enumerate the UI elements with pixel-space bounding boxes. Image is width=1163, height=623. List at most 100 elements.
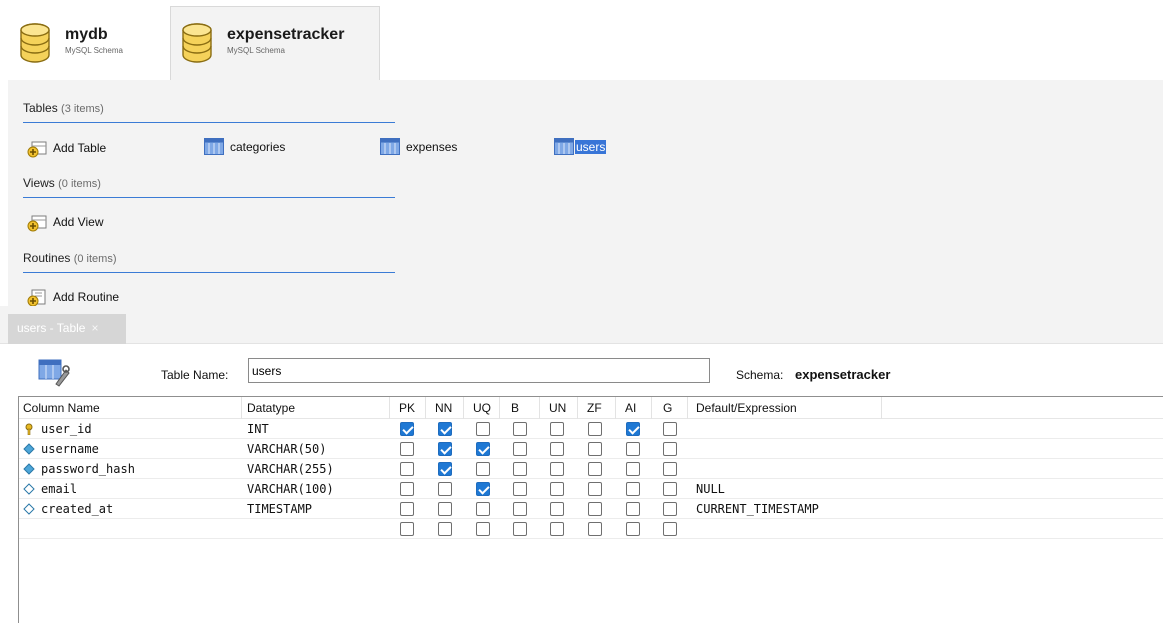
columns-grid-rows: user_id INT username VARCHAR(50) password_ha… (19, 419, 1163, 539)
datatype-cell[interactable]: VARCHAR(255) (247, 462, 334, 476)
datatype-cell[interactable]: TIMESTAMP (247, 502, 312, 516)
table-name-input[interactable] (248, 358, 710, 383)
editor-tab-bar: users - Table × (0, 306, 1163, 344)
checkbox-ai[interactable] (626, 442, 640, 456)
column-name-cell[interactable]: username (23, 442, 99, 456)
checkbox-un[interactable] (550, 462, 564, 476)
datatype-cell[interactable]: INT (247, 422, 269, 436)
checkbox-ai[interactable] (626, 482, 640, 496)
checkbox-nn[interactable] (438, 502, 452, 516)
checkbox-nn[interactable] (438, 442, 452, 456)
checkbox-ai[interactable] (626, 502, 640, 516)
schema-value: expensetracker (795, 367, 891, 382)
table-row[interactable]: email VARCHAR(100) NULL (19, 479, 1163, 499)
header-un[interactable]: UN (549, 401, 566, 415)
table-item-expenses[interactable]: expenses (380, 138, 457, 155)
header-divider (389, 397, 390, 419)
table-row[interactable] (19, 519, 1163, 539)
checkbox-ai[interactable] (626, 422, 640, 436)
datatype-cell[interactable]: VARCHAR(100) (247, 482, 334, 496)
checkbox-g[interactable] (663, 522, 677, 536)
add-table-button[interactable]: Add Table (27, 138, 106, 158)
checkbox-pk[interactable] (400, 482, 414, 496)
checkbox-pk[interactable] (400, 422, 414, 436)
column-name-cell[interactable]: email (23, 482, 77, 496)
checkbox-g[interactable] (663, 482, 677, 496)
checkbox-nn[interactable] (438, 462, 452, 476)
table-editor-icon (38, 359, 70, 387)
header-datatype[interactable]: Datatype (247, 401, 295, 415)
header-g[interactable]: G (663, 401, 672, 415)
column-name-cell[interactable]: created_at (23, 502, 113, 516)
checkbox-pk[interactable] (400, 522, 414, 536)
checkbox-uq[interactable] (476, 422, 490, 436)
close-icon[interactable]: × (91, 321, 98, 335)
column-name-cell[interactable]: user_id (23, 422, 92, 436)
checkbox-uq[interactable] (476, 482, 490, 496)
checkbox-un[interactable] (550, 442, 564, 456)
checkbox-b[interactable] (513, 522, 527, 536)
table-row[interactable]: username VARCHAR(50) (19, 439, 1163, 459)
checkbox-nn[interactable] (438, 522, 452, 536)
header-b[interactable]: B (511, 401, 519, 415)
checkbox-uq[interactable] (476, 502, 490, 516)
tab-users-table[interactable]: users - Table × (8, 314, 126, 344)
checkbox-zf[interactable] (588, 522, 602, 536)
schema-tab-mydb[interactable]: mydb MySQL Schema (8, 6, 170, 80)
checkbox-b[interactable] (513, 442, 527, 456)
checkbox-g[interactable] (663, 422, 677, 436)
checkbox-un[interactable] (550, 482, 564, 496)
checkbox-g[interactable] (663, 442, 677, 456)
checkbox-nn[interactable] (438, 422, 452, 436)
default-expression-cell[interactable]: CURRENT_TIMESTAMP (696, 502, 819, 516)
column-name-cell[interactable]: password_hash (23, 462, 135, 476)
checkbox-b[interactable] (513, 462, 527, 476)
header-column-name[interactable]: Column Name (23, 401, 100, 415)
column-name-text: email (41, 482, 78, 496)
table-row[interactable]: password_hash VARCHAR(255) (19, 459, 1163, 479)
header-pk[interactable]: PK (399, 401, 415, 415)
checkbox-ai[interactable] (626, 522, 640, 536)
checkbox-un[interactable] (550, 422, 564, 436)
header-uq[interactable]: UQ (473, 401, 491, 415)
checkbox-b[interactable] (513, 422, 527, 436)
checkbox-g[interactable] (663, 462, 677, 476)
checkbox-zf[interactable] (588, 422, 602, 436)
header-default-expression[interactable]: Default/Expression (696, 401, 797, 415)
checkbox-pk[interactable] (400, 442, 414, 456)
checkbox-pk[interactable] (400, 502, 414, 516)
add-routine-icon (27, 289, 46, 307)
checkbox-zf[interactable] (588, 482, 602, 496)
header-nn[interactable]: NN (435, 401, 452, 415)
schema-tab-expensetracker[interactable]: expensetracker MySQL Schema (170, 6, 380, 80)
checkbox-zf[interactable] (588, 442, 602, 456)
checkbox-uq[interactable] (476, 442, 490, 456)
checkbox-zf[interactable] (588, 502, 602, 516)
checkbox-un[interactable] (550, 502, 564, 516)
section-header-tables[interactable]: Tables (3 items) (23, 101, 104, 115)
table-row[interactable]: created_at TIMESTAMP CURRENT_TIMESTAMP (19, 499, 1163, 519)
header-ai[interactable]: AI (625, 401, 636, 415)
add-routine-label: Add Routine (53, 290, 120, 304)
add-routine-button[interactable]: Add Routine (27, 287, 119, 307)
datatype-cell[interactable]: VARCHAR(50) (247, 442, 326, 456)
section-header-views[interactable]: Views (0 items) (23, 176, 101, 190)
add-view-button[interactable]: Add View (27, 212, 103, 232)
table-item-categories[interactable]: categories (204, 138, 285, 155)
checkbox-uq[interactable] (476, 522, 490, 536)
default-expression-cell[interactable]: NULL (696, 482, 725, 496)
checkbox-zf[interactable] (588, 462, 602, 476)
checkbox-pk[interactable] (400, 462, 414, 476)
header-divider (615, 397, 616, 419)
checkbox-nn[interactable] (438, 482, 452, 496)
checkbox-ai[interactable] (626, 462, 640, 476)
checkbox-g[interactable] (663, 502, 677, 516)
table-row[interactable]: user_id INT (19, 419, 1163, 439)
checkbox-uq[interactable] (476, 462, 490, 476)
checkbox-un[interactable] (550, 522, 564, 536)
table-item-users[interactable]: users (554, 138, 607, 155)
section-header-routines[interactable]: Routines (0 items) (23, 251, 117, 265)
checkbox-b[interactable] (513, 482, 527, 496)
checkbox-b[interactable] (513, 502, 527, 516)
header-zf[interactable]: ZF (587, 401, 602, 415)
